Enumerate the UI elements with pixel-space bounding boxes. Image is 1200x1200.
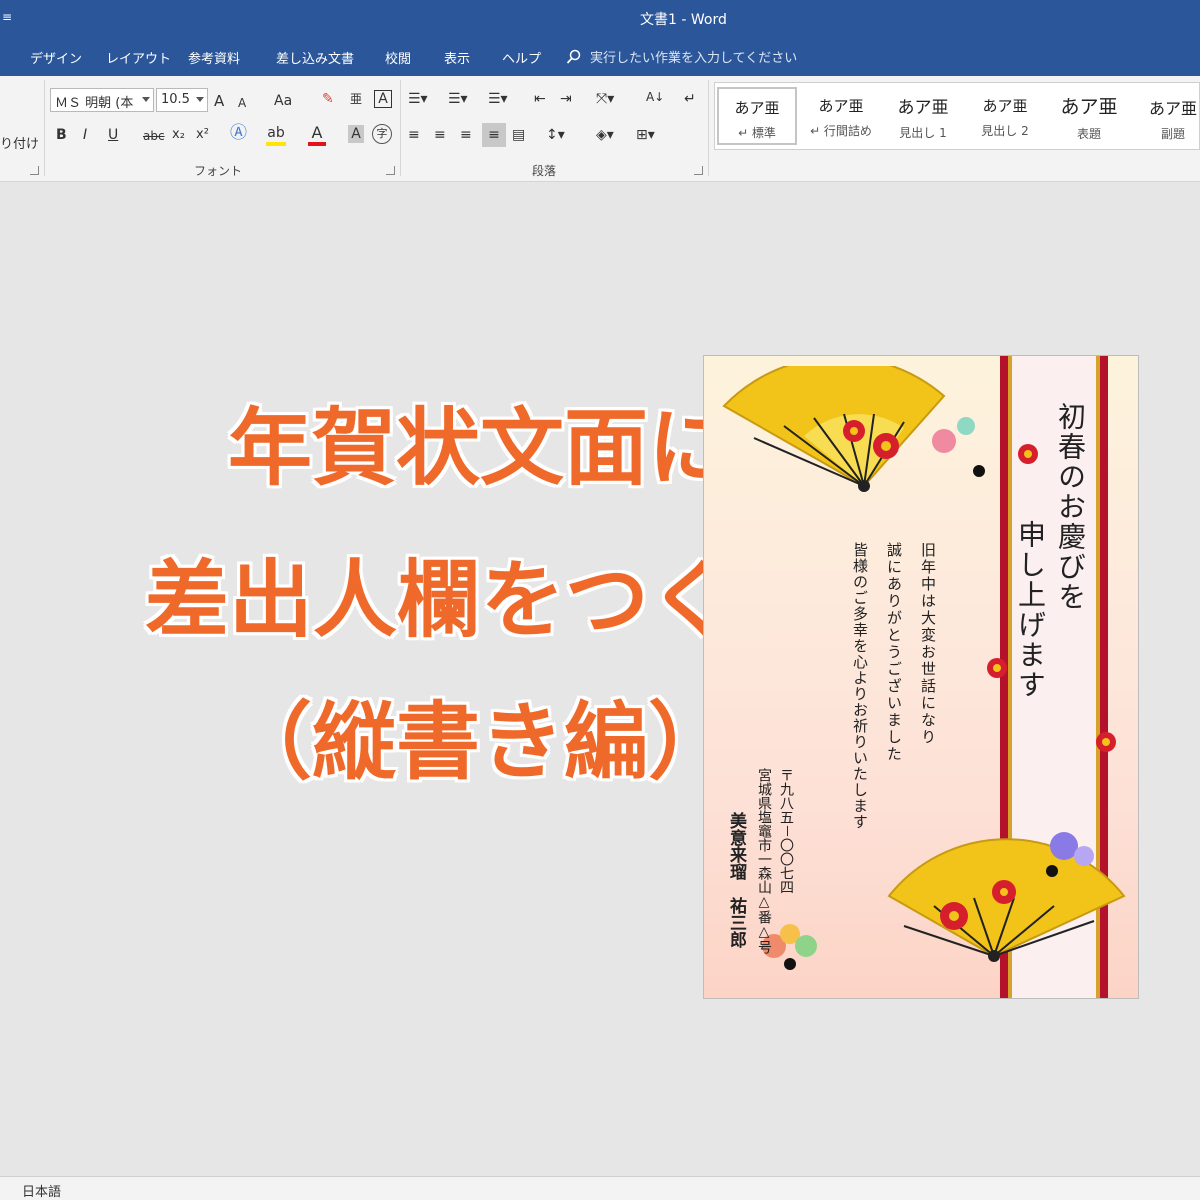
style-name: ↵ 行間詰め bbox=[810, 124, 872, 138]
text-effects-icon[interactable]: Ⓐ bbox=[230, 124, 247, 142]
style-title[interactable]: あア亜 表題 bbox=[1049, 87, 1129, 145]
language-indicator[interactable]: 日本語 bbox=[22, 1181, 61, 1200]
ribbon-tabs: デザイン レイアウト 参考資料 差し込み文書 校閲 表示 ヘルプ 実行したい作業… bbox=[0, 36, 1200, 76]
multilevel-list-icon[interactable]: ☰▾ bbox=[488, 90, 508, 108]
line-spacing-icon[interactable]: ↕▾ bbox=[546, 126, 565, 144]
clear-format-icon[interactable]: ✎ bbox=[322, 90, 334, 108]
change-case-button[interactable]: Aa bbox=[274, 92, 292, 110]
font-color-icon[interactable]: A bbox=[308, 124, 326, 146]
greeting-col-1: 初春のお慶びを bbox=[1054, 402, 1087, 612]
ribbon: り付け ＭＳ 明朝 (本 10.5 A A Aa ✎ 亜 A B I U abc… bbox=[0, 76, 1200, 182]
decrease-indent-icon[interactable]: ⇤ bbox=[534, 90, 546, 108]
tab-review[interactable]: 校閲 bbox=[385, 48, 411, 67]
tab-view[interactable]: 表示 bbox=[444, 48, 470, 67]
style-name: 見出し 1 bbox=[899, 126, 947, 140]
paragraph-launcher-icon[interactable] bbox=[694, 166, 703, 175]
plum-blossom-icon bbox=[1018, 444, 1038, 464]
body-line-1: 旧年中は大変お世話になり bbox=[919, 542, 937, 746]
status-bar: 日本語 bbox=[0, 1176, 1200, 1200]
style-sample: あア亜 bbox=[818, 97, 864, 115]
show-marks-icon[interactable]: ↵ bbox=[684, 90, 696, 108]
increase-indent-icon[interactable]: ⇥ bbox=[560, 90, 572, 108]
numbering-icon[interactable]: ☰▾ bbox=[448, 90, 468, 108]
font-launcher-icon[interactable] bbox=[386, 166, 395, 175]
style-sample: あア亜 bbox=[897, 98, 949, 118]
plum-blossom-icon bbox=[987, 658, 1007, 678]
phonetic-guide-button[interactable]: 亜 bbox=[350, 90, 362, 108]
sender-address: 宮城県塩竈市一森山△番△号 bbox=[756, 768, 772, 954]
bold-button[interactable]: B bbox=[56, 126, 67, 144]
grow-font-button[interactable]: A bbox=[214, 92, 224, 110]
shrink-font-button[interactable]: A bbox=[238, 94, 246, 112]
paste-label-partial[interactable]: り付け bbox=[0, 136, 39, 154]
distributed-icon[interactable]: ▤ bbox=[512, 126, 525, 144]
title-bar: ≡ 文書1 - Word bbox=[0, 0, 1200, 36]
tab-layout[interactable]: レイアウト bbox=[106, 48, 171, 67]
greeting-col-2: 申し上げます bbox=[1014, 520, 1047, 700]
style-subtitle[interactable]: あア亜 副題 bbox=[1133, 87, 1200, 145]
superscript-button[interactable]: x² bbox=[196, 126, 209, 144]
align-right-icon[interactable]: ≡ bbox=[460, 126, 472, 144]
char-shading-button[interactable]: A bbox=[348, 125, 364, 143]
style-name: 表題 bbox=[1076, 127, 1101, 141]
window-title: 文書1 - Word bbox=[640, 12, 727, 28]
tell-me-box[interactable]: 実行したい作業を入力してください bbox=[566, 47, 797, 66]
clipboard-launcher-icon[interactable] bbox=[30, 166, 39, 175]
sort-icon[interactable]: A↓ bbox=[646, 88, 664, 106]
style-sample: あア亜 bbox=[982, 97, 1028, 115]
bottom-fan-illustration bbox=[887, 832, 1126, 962]
style-normal[interactable]: あア亜 ↵ 標準 bbox=[717, 87, 797, 145]
font-name-select[interactable]: ＭＳ 明朝 (本 bbox=[50, 88, 154, 112]
search-icon bbox=[566, 49, 581, 64]
shading-icon[interactable]: ◈▾ bbox=[596, 126, 614, 144]
body-line-3: 皆様のご多幸を心よりお祈りいたします bbox=[851, 542, 869, 830]
style-sample: あア亜 bbox=[1148, 99, 1197, 118]
plum-blossom-icon bbox=[1096, 732, 1116, 752]
style-sample: あア亜 bbox=[734, 99, 780, 117]
font-size-value: 10.5 bbox=[161, 92, 190, 107]
body-line-2: 誠にありがとうございました bbox=[885, 542, 903, 763]
style-heading-1[interactable]: あア亜 見出し 1 bbox=[883, 87, 963, 145]
italic-button[interactable]: I bbox=[83, 126, 87, 144]
underline-button[interactable]: U bbox=[108, 126, 118, 144]
justify-icon[interactable]: ≡ bbox=[482, 123, 506, 147]
style-no-spacing[interactable]: あア亜 ↵ 行間詰め bbox=[801, 87, 881, 145]
tab-help[interactable]: ヘルプ bbox=[502, 48, 541, 67]
char-border-button[interactable]: A bbox=[374, 90, 392, 108]
align-left-icon[interactable]: ≡ bbox=[408, 126, 420, 144]
group-divider bbox=[708, 80, 709, 176]
style-heading-2[interactable]: あア亜 見出し 2 bbox=[965, 87, 1045, 145]
subscript-button[interactable]: x₂ bbox=[172, 126, 185, 144]
font-group-label: フォント bbox=[194, 164, 243, 178]
font-size-select[interactable]: 10.5 bbox=[156, 88, 208, 112]
tell-me-placeholder: 実行したい作業を入力してください bbox=[590, 51, 798, 66]
strikethrough-button[interactable]: abc bbox=[143, 127, 165, 145]
sender-names: 美意来瑠 祐三郎 bbox=[726, 812, 746, 948]
style-name: 見出し 2 bbox=[981, 124, 1029, 138]
bullets-icon[interactable]: ☰▾ bbox=[408, 90, 428, 108]
align-center-icon[interactable]: ≡ bbox=[434, 126, 446, 144]
new-year-card: 初春のお慶びを 申し上げます 旧年中は大変お世話になり 誠にありがとうございまし… bbox=[703, 355, 1139, 999]
tab-references[interactable]: 参考資料 bbox=[188, 48, 240, 67]
sender-postal-code: 〒九八五－〇〇七四 bbox=[778, 768, 794, 894]
borders-icon[interactable]: ⊞▾ bbox=[636, 126, 655, 144]
highlight-color-icon[interactable]: ab bbox=[266, 124, 286, 146]
style-name: 副題 bbox=[1160, 127, 1185, 141]
font-name-value: ＭＳ 明朝 (本 bbox=[55, 96, 134, 111]
enclose-char-button[interactable]: 字 bbox=[372, 124, 392, 144]
asian-layout-icon[interactable]: ⤧▾ bbox=[596, 90, 614, 108]
style-sample: あア亜 bbox=[1060, 96, 1118, 118]
group-divider bbox=[400, 80, 401, 176]
top-fan-illustration bbox=[722, 366, 985, 492]
tab-design[interactable]: デザイン bbox=[30, 48, 82, 67]
group-divider bbox=[44, 80, 45, 176]
tab-mailings[interactable]: 差し込み文書 bbox=[276, 48, 354, 67]
style-name: ↵ 標準 bbox=[738, 126, 776, 140]
paragraph-group-label: 段落 bbox=[532, 164, 557, 178]
styles-gallery: あア亜 ↵ 標準 あア亜 ↵ 行間詰め あア亜 見出し 1 あア亜 見出し 2 … bbox=[714, 82, 1200, 150]
